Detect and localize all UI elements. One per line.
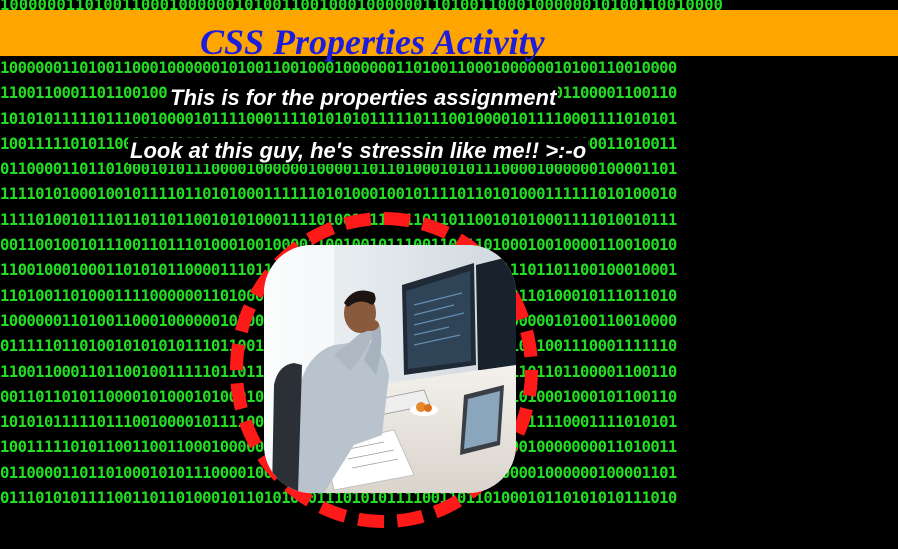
caption-stressed-guy: Look at this guy, he's stressin like me!… [128, 138, 589, 164]
binary-top-strip: 1000000110100110001000000101001100100010… [0, 0, 723, 10]
stressed-man-illustration [264, 245, 516, 493]
page: 1000000110100110001000000101001100100010… [0, 0, 898, 549]
header-bar: CSS Properties Activity [0, 10, 898, 62]
page-title: CSS Properties Activity [200, 22, 545, 62]
stressed-man-photo [264, 245, 516, 493]
caption-assignment: This is for the properties assignment [168, 85, 559, 111]
binary-row: 1111010100010010111101101010001111110101… [0, 185, 677, 204]
